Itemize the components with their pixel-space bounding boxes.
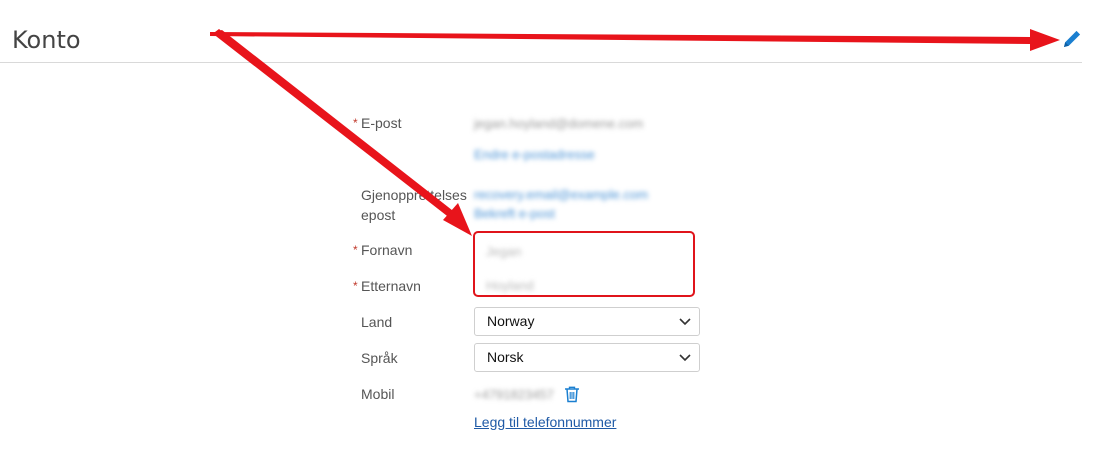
recovery-email-confirm-link[interactable]: Bekreft e-post: [474, 206, 555, 221]
language-selected-value: Norsk: [487, 349, 524, 365]
country-select[interactable]: Norway: [474, 307, 700, 336]
email-value: jegan.hoyland@domene.com: [474, 116, 644, 131]
trash-icon[interactable]: [563, 385, 581, 403]
recovery-email-value[interactable]: recovery.email@example.com: [474, 187, 648, 202]
required-marker: *: [353, 279, 358, 293]
add-phone-link[interactable]: Legg til telefonnummer: [474, 414, 616, 430]
first-name-label: Fornavn: [361, 242, 413, 258]
pencil-icon[interactable]: [1060, 27, 1084, 51]
country-label: Land: [361, 314, 393, 330]
annotation-arrows: [210, 29, 1060, 236]
highlight-box: [473, 231, 695, 297]
page-header: Konto: [0, 0, 1082, 63]
mobile-value: +4791823457: [474, 387, 554, 402]
country-selected-value: Norway: [487, 313, 535, 329]
recovery-email-label-line1: Gjenopprettelses: [361, 187, 467, 203]
required-marker: *: [353, 116, 358, 130]
required-marker: *: [353, 243, 358, 257]
change-email-link[interactable]: Endre e-postadresse: [474, 147, 595, 162]
page-title: Konto: [12, 26, 81, 54]
language-select[interactable]: Norsk: [474, 343, 700, 372]
chevron-down-icon: [679, 354, 691, 362]
mobile-label: Mobil: [361, 386, 395, 402]
email-label: E-post: [361, 115, 402, 131]
chevron-down-icon: [679, 318, 691, 326]
recovery-email-label-line2: epost: [361, 207, 396, 223]
language-label: Språk: [361, 350, 398, 366]
last-name-label: Etternavn: [361, 278, 421, 294]
